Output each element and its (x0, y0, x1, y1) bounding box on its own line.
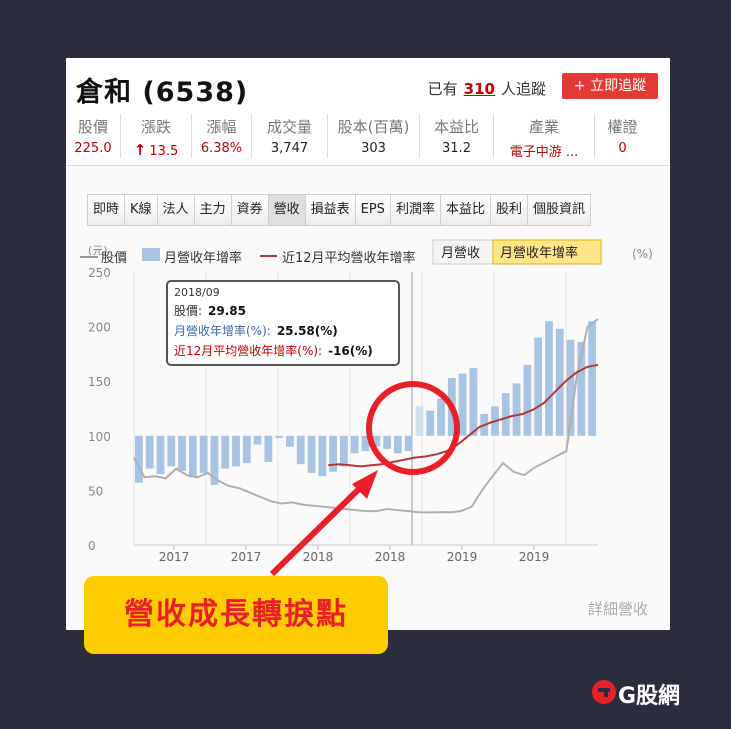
stock-header: 倉和 (6538) 已有 310 人追蹤 + 立即追蹤 股價 225.0 漲跌 ↑ 1… (66, 58, 670, 166)
tab-income-statement[interactable]: 損益表 (304, 195, 355, 225)
stat-price: 股價 225.0 (66, 114, 120, 158)
tooltip-price-label: 股價: (174, 304, 203, 318)
stat-warrant[interactable]: 權證 0 (594, 114, 650, 158)
stat-capital: 股本(百萬) 303 (327, 114, 419, 158)
stat-value: 6.38% (200, 141, 243, 156)
stat-value: 3,747 (270, 141, 309, 156)
stat-industry[interactable]: 產業 電子中游 ... (493, 114, 594, 160)
arrow-up-icon: ↑ (133, 141, 147, 159)
stat-value[interactable]: 0 (595, 141, 650, 156)
tab-eps[interactable]: EPS (354, 195, 390, 225)
brand-name: G股網 (618, 684, 681, 709)
follow-info: 已有 310 人追蹤 (428, 78, 546, 99)
tab-dividend[interactable]: 股利 (489, 195, 527, 225)
tab-institutional[interactable]: 法人 (156, 195, 194, 225)
stat-label: 股價 (77, 118, 108, 136)
tab-stock-info[interactable]: 個股資訊 (526, 195, 590, 225)
stat-value[interactable]: 電子中游 ... (494, 141, 594, 160)
detail-revenue-link[interactable]: 詳細營收 (588, 598, 648, 619)
stat-label: 漲幅 (206, 118, 237, 136)
tooltip-monthly: 月營收年增率(%): 25.58(%) (174, 322, 392, 339)
chart-tooltip: 2018/09 股價: 29.85 月營收年增率(%): 25.58(%) 近12月… (166, 280, 400, 366)
tab-bar: 即時 K線 法人 主力 資券 營收 損益表 EPS 利潤率 本益比 股利 個股資… (87, 194, 591, 226)
stat-value: 225.0 (74, 141, 112, 156)
follow-count[interactable]: 310 (464, 80, 495, 98)
tooltip-price: 股價: 29.85 (174, 302, 392, 319)
stock-title: 倉和 (6538) (76, 77, 249, 108)
tooltip-avg-label: 近12月平均營收年增率(%): (174, 344, 323, 358)
tab-pe-ratio[interactable]: 本益比 (439, 195, 490, 225)
stat-value-row: ↑ 13.5 (121, 141, 191, 159)
stat-label: 成交量 (266, 118, 312, 136)
stat-value: 31.2 (442, 141, 471, 156)
tab-kline[interactable]: K線 (124, 195, 157, 225)
tab-main-force[interactable]: 主力 (193, 195, 231, 225)
stat-change: 漲跌 ↑ 13.5 (120, 114, 191, 159)
tab-margin-rate[interactable]: 利潤率 (389, 195, 440, 225)
stat-label: 產業 (528, 118, 559, 136)
tab-margin[interactable]: 資券 (230, 195, 268, 225)
stat-value: 303 (361, 141, 386, 156)
stat-value: 13.5 (149, 144, 179, 159)
chart-area: 即時 K線 法人 主力 資券 營收 損益表 EPS 利潤率 本益比 股利 個股資… (66, 166, 670, 630)
stats-bar: 股價 225.0 漲跌 ↑ 13.5 漲幅 6.38% 成交量 3,747 股本(… (66, 114, 670, 160)
tooltip-price-value: 29.85 (208, 304, 247, 318)
follow-suffix: 人追蹤 (500, 80, 546, 98)
stat-label: 漲跌 (140, 118, 171, 136)
tooltip-avg: 近12月平均營收年增率(%): -16(%) (174, 342, 392, 359)
tooltip-avg-value: -16(%) (328, 344, 373, 358)
stat-label: 權證 (607, 118, 638, 136)
stat-label: 股本(百萬) (337, 118, 410, 136)
stat-pe: 本益比 31.2 (419, 114, 493, 158)
follow-prefix: 已有 (427, 80, 458, 98)
tooltip-monthly-value: 25.58(%) (276, 324, 338, 338)
brand: G股網 (590, 678, 680, 710)
tab-revenue[interactable]: 營收 (267, 195, 305, 225)
tooltip-date: 2018/09 (174, 286, 220, 299)
tooltip-monthly-label: 月營收年增率(%): (174, 324, 271, 338)
tab-realtime[interactable]: 即時 (88, 195, 125, 225)
stat-label: 本益比 (433, 118, 479, 136)
follow-button[interactable]: + 立即追蹤 (562, 73, 658, 99)
stat-change-pct: 漲幅 6.38% (191, 114, 251, 158)
callout-label: 營收成長轉捩點 (84, 576, 388, 654)
stat-volume: 成交量 3,747 (251, 114, 327, 158)
